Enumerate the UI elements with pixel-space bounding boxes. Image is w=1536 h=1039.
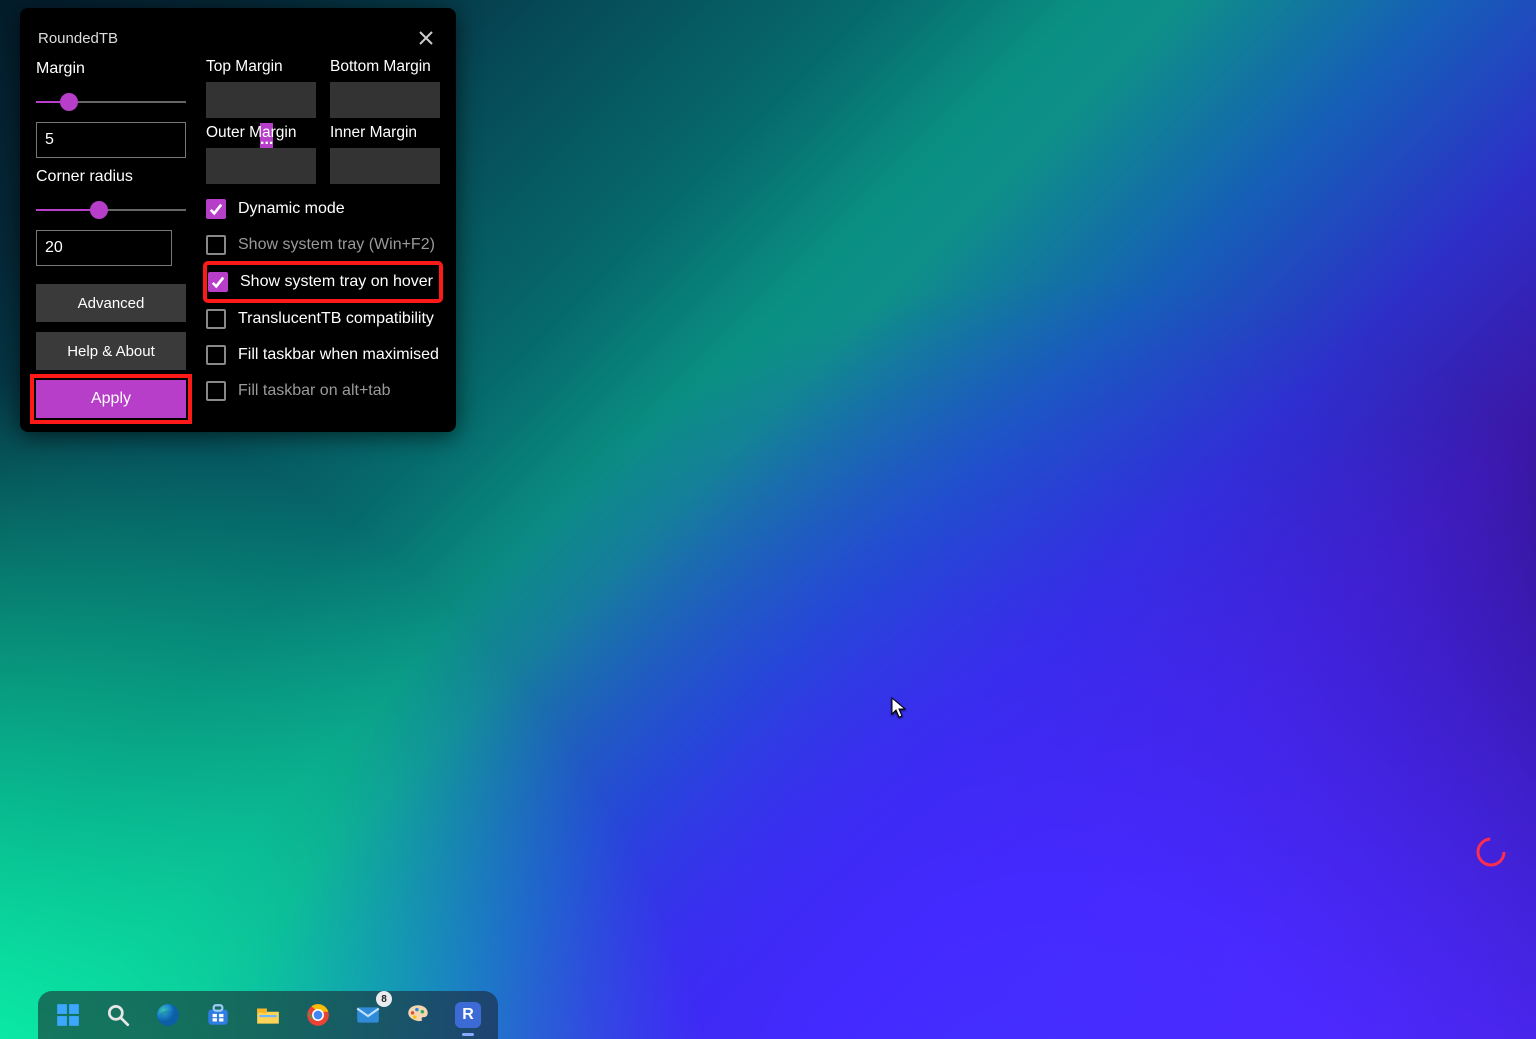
paint-icon [405,1002,431,1028]
margin-input-wrap: ... [36,122,186,158]
advanced-button[interactable]: Advanced [36,284,186,322]
check-icon [209,202,223,216]
loading-spinner-icon [1474,835,1508,869]
titlebar: RoundedTB [36,24,440,52]
file-explorer-button[interactable] [248,995,288,1035]
top-margin-label: Top Margin [206,58,316,76]
start-icon [55,1002,81,1028]
bottom-margin-input[interactable] [330,82,440,118]
taskbar: 8 R [38,991,498,1039]
corner-radius-slider[interactable] [36,196,186,224]
file-explorer-icon [255,1002,281,1028]
chrome-button[interactable] [298,995,338,1035]
translucenttb-checkbox[interactable] [206,309,226,329]
help-about-button[interactable]: Help & About [36,332,186,370]
outer-margin-label: Outer Margin [206,124,316,142]
roundedtb-icon: R [455,1002,481,1028]
show-tray-hover-checkbox[interactable] [208,272,228,292]
check-icon [211,275,225,289]
search-button[interactable] [98,995,138,1035]
roundedtb-window: RoundedTB Margin ... Corner radius [20,8,456,432]
edge-icon [155,1002,181,1028]
show-tray-hover-label: Show system tray on hover [240,273,433,291]
dynamic-mode-checkbox[interactable] [206,199,226,219]
dynamic-mode-row: Dynamic mode [206,192,440,226]
show-tray-checkbox[interactable] [206,235,226,255]
right-column: Top Margin Bottom Margin Outer Margin In… [206,58,440,418]
fill-max-label: Fill taskbar when maximised [238,346,439,364]
show-tray-label: Show system tray (Win+F2) [238,236,435,254]
start-button[interactable] [48,995,88,1035]
show-tray-hover-row: Show system tray on hover [206,264,440,300]
fill-alt-row: Fill taskbar on alt+tab [206,374,440,408]
search-icon [105,1002,131,1028]
chrome-icon [305,1002,331,1028]
corner-radius-label: Corner radius [36,168,186,186]
inner-margin-input[interactable] [330,148,440,184]
top-margin-input[interactable] [206,82,316,118]
fill-max-row: Fill taskbar when maximised [206,338,440,372]
outer-margin-input[interactable] [206,148,316,184]
corner-radius-input-wrap [36,230,172,266]
inner-margin-label: Inner Margin [330,124,440,142]
fill-alt-checkbox[interactable] [206,381,226,401]
translucenttb-label: TranslucentTB compatibility [238,310,434,328]
mail-button[interactable]: 8 [348,995,388,1035]
dialog-body: Margin ... Corner radius Advanced Help &… [36,58,440,418]
mail-icon [355,1002,381,1028]
fill-alt-label: Fill taskbar on alt+tab [238,382,391,400]
close-icon [419,31,433,45]
bottom-margin-label: Bottom Margin [330,58,440,76]
mouse-cursor-icon [891,697,907,719]
margin-slider[interactable] [36,88,186,116]
margin-grid: Top Margin Bottom Margin Outer Margin In… [206,58,440,184]
roundedtb-taskbar-button[interactable]: R [448,995,488,1035]
close-button[interactable] [412,24,440,52]
left-column: Margin ... Corner radius Advanced Help &… [36,58,186,418]
show-tray-row: Show system tray (Win+F2) [206,228,440,262]
window-title: RoundedTB [36,30,118,47]
apply-button[interactable]: Apply [36,380,186,418]
edge-button[interactable] [148,995,188,1035]
store-button[interactable] [198,995,238,1035]
fill-max-checkbox[interactable] [206,345,226,365]
store-icon [205,1002,231,1028]
paint-button[interactable] [398,995,438,1035]
margin-label: Margin [36,60,186,78]
dynamic-mode-label: Dynamic mode [238,200,345,218]
mail-badge: 8 [376,991,392,1007]
translucenttb-row: TranslucentTB compatibility [206,302,440,336]
